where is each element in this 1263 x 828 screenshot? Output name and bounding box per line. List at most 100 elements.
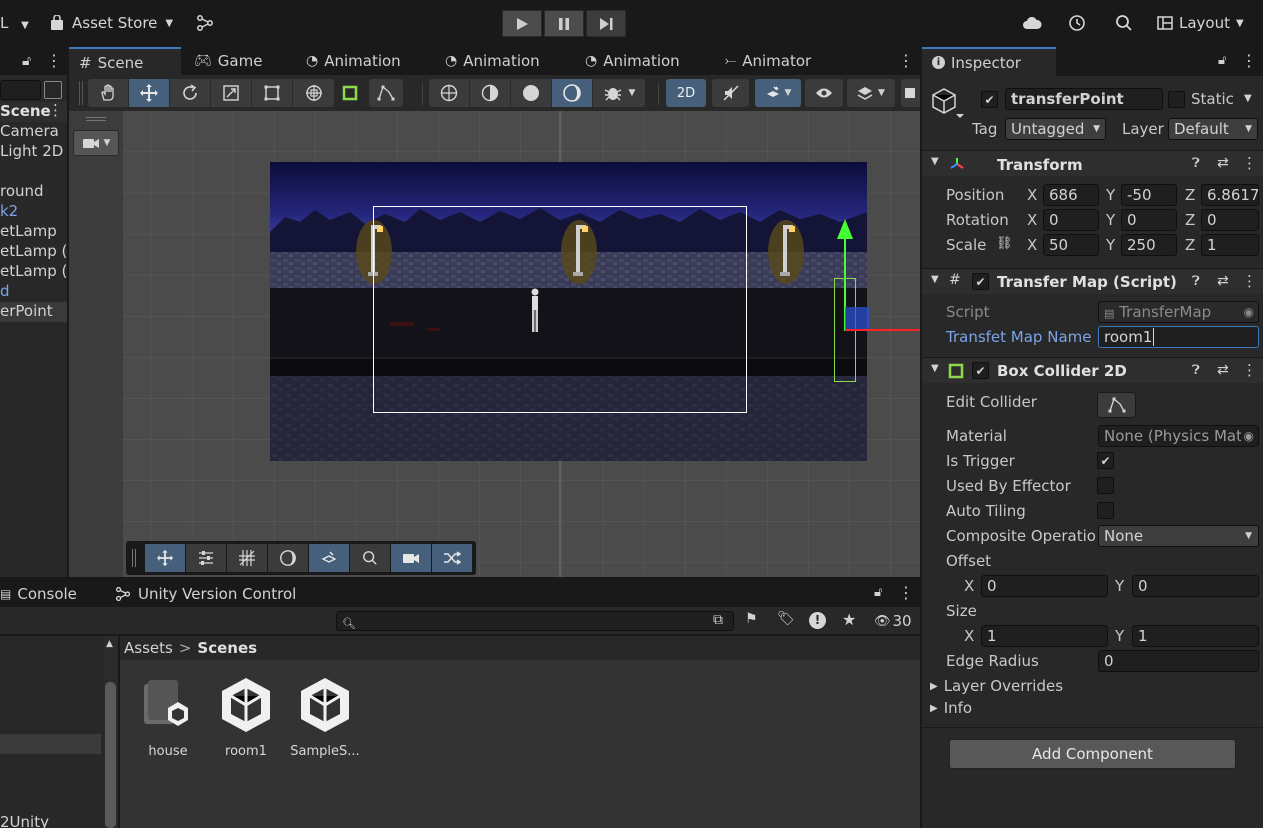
- scale-z-input[interactable]: 1: [1201, 234, 1259, 256]
- rotation-x-input[interactable]: 0: [1043, 209, 1099, 231]
- tab-game[interactable]: 🎮︎ Game: [184, 47, 262, 75]
- history-button[interactable]: [1068, 14, 1086, 36]
- overlay-effects-tool[interactable]: [309, 544, 349, 572]
- folder-label[interactable]: 2Unity: [0, 813, 49, 828]
- scale-tool[interactable]: [211, 79, 252, 107]
- cloud-button[interactable]: [1022, 15, 1042, 35]
- kebab-menu-icon[interactable]: ⋮: [898, 583, 914, 602]
- scale-x-input[interactable]: 50: [1043, 234, 1099, 256]
- selected-folder-row[interactable]: [0, 734, 101, 754]
- tag-dropdown[interactable]: Untagged ▼: [1005, 118, 1106, 140]
- axis-y-label[interactable]: Y: [1106, 186, 1115, 204]
- used-by-effector-checkbox[interactable]: [1097, 477, 1114, 494]
- axis-z-label[interactable]: Z: [1185, 236, 1195, 254]
- static-checkbox[interactable]: [1168, 91, 1185, 108]
- breadcrumb-assets[interactable]: Assets: [124, 639, 173, 657]
- hierarchy-item[interactable]: Light 2D: [0, 142, 67, 162]
- transfer-map-enabled-checkbox[interactable]: ✔: [972, 273, 989, 290]
- layer-overrides-foldout[interactable]: ▶ Layer Overrides: [930, 677, 1063, 695]
- hierarchy-item[interactable]: etLamp: [0, 222, 67, 242]
- offset-x-input[interactable]: 0: [981, 575, 1108, 597]
- grip-handle[interactable]: [86, 117, 106, 121]
- preset-icon[interactable]: ⇄: [1217, 362, 1229, 378]
- transform-tool[interactable]: [293, 79, 334, 107]
- overlay-grid-tool[interactable]: [227, 544, 267, 572]
- overlay-move-tool[interactable]: [145, 544, 185, 572]
- axis-x-label[interactable]: X: [1027, 236, 1037, 254]
- tab-inspector[interactable]: i Inspector: [922, 47, 1056, 76]
- rotation-y-input[interactable]: 0: [1121, 209, 1177, 231]
- lighting-toggle[interactable]: [552, 79, 593, 107]
- project-search-input[interactable]: 🔍︎: [336, 611, 734, 631]
- grip-handle[interactable]: [79, 81, 83, 105]
- rect-tool[interactable]: [252, 79, 293, 107]
- hierarchy-item[interactable]: k2: [0, 202, 67, 222]
- kebab-menu-icon[interactable]: ⋮: [46, 51, 62, 70]
- star-icon[interactable]: ★: [842, 610, 856, 629]
- collider-edit-toggle[interactable]: [340, 83, 360, 103]
- hierarchy-scene-header[interactable]: Scene ⋮: [0, 101, 67, 122]
- edit-collider-tool[interactable]: [369, 79, 403, 107]
- global-toggle[interactable]: [429, 79, 470, 107]
- size-y-input[interactable]: 1: [1132, 625, 1259, 647]
- hierarchy-item[interactable]: etLamp (: [0, 262, 67, 282]
- help-icon[interactable]: ❓︎: [1192, 156, 1200, 171]
- overlay-shuffle-tool[interactable]: [432, 544, 472, 572]
- axis-y-label[interactable]: Y: [1115, 577, 1124, 595]
- position-z-input[interactable]: 6.8617.: [1201, 184, 1259, 206]
- script-field[interactable]: ▤ TransferMap ◉: [1098, 301, 1259, 323]
- tab-version-control[interactable]: Unity Version Control: [114, 585, 296, 603]
- lock-icon[interactable]: 🔓︎: [1218, 53, 1226, 68]
- move-gizmo[interactable]: [829, 215, 920, 341]
- hand-tool[interactable]: [88, 79, 129, 107]
- hierarchy-item[interactable]: etLamp (: [0, 242, 67, 262]
- filter-type-icon[interactable]: ⚑: [745, 611, 758, 627]
- tab-scene[interactable]: # Scene: [69, 47, 181, 76]
- scene-viewport[interactable]: ▼: [69, 111, 920, 577]
- help-icon[interactable]: ❓︎: [1192, 363, 1200, 378]
- position-x-input[interactable]: 686: [1043, 184, 1099, 206]
- overlay-lighting-tool[interactable]: [268, 544, 308, 572]
- edge-radius-input[interactable]: 0: [1098, 650, 1259, 672]
- asset-store-dropdown[interactable]: Asset Store ▼: [50, 14, 173, 32]
- box-collider-enabled-checkbox[interactable]: ✔: [972, 362, 989, 379]
- axis-x-label[interactable]: X: [964, 627, 974, 645]
- scrollbar-thumb[interactable]: [105, 682, 116, 828]
- step-button[interactable]: [586, 10, 626, 37]
- rotate-tool[interactable]: [170, 79, 211, 107]
- axis-y-label[interactable]: Y: [1115, 627, 1124, 645]
- version-control-button[interactable]: [196, 14, 214, 36]
- lock-icon[interactable]: 🔓︎: [874, 585, 882, 600]
- axis-x-label[interactable]: X: [964, 577, 974, 595]
- kebab-menu-icon[interactable]: ⋮: [1241, 51, 1257, 70]
- preset-icon[interactable]: ⇄: [1217, 155, 1229, 171]
- arrow-up-icon[interactable]: ▲: [106, 639, 113, 649]
- hierarchy-item[interactable]: d: [0, 282, 67, 302]
- active-checkbox[interactable]: ✔: [981, 91, 998, 108]
- lock-icon[interactable]: 🔓︎: [22, 53, 31, 69]
- axis-x-label[interactable]: X: [1027, 186, 1037, 204]
- hierarchy-search-input[interactable]: [0, 80, 41, 100]
- is-trigger-checkbox[interactable]: ✔: [1097, 452, 1114, 469]
- account-dropdown[interactable]: L ▼: [0, 14, 29, 32]
- tab-animation-2[interactable]: ◔ Animation: [435, 47, 540, 75]
- tag-icon[interactable]: 🏷︎: [777, 611, 795, 627]
- tab-animation-1[interactable]: ◔ Animation: [296, 47, 401, 75]
- folder-tree-scrollbar[interactable]: ▲: [104, 636, 118, 828]
- box-collider-header[interactable]: ▼ ✔ Box Collider 2D ❓︎ ⇄ ⋮: [922, 357, 1263, 383]
- axis-x-label[interactable]: X: [1027, 211, 1037, 229]
- kebab-menu-icon[interactable]: ⋮: [1242, 154, 1257, 172]
- move-tool[interactable]: [129, 79, 170, 107]
- layer-dropdown[interactable]: Default ▼: [1168, 118, 1258, 140]
- overlay-search-tool[interactable]: [350, 544, 390, 572]
- mode-2d-toggle[interactable]: 2D: [666, 79, 706, 107]
- axis-y-label[interactable]: Y: [1106, 211, 1115, 229]
- transform-header[interactable]: ▼ Transform ❓︎ ⇄ ⋮: [922, 150, 1263, 176]
- shading-toggle[interactable]: [511, 79, 552, 107]
- rotation-z-input[interactable]: 0: [1201, 209, 1259, 231]
- kebab-menu-icon[interactable]: ⋮: [1242, 272, 1257, 290]
- tab-console[interactable]: ▤ Console: [0, 585, 77, 603]
- link-constrain-icon[interactable]: ⛓︎: [996, 236, 1013, 251]
- position-y-input[interactable]: -50: [1121, 184, 1177, 206]
- transfer-map-header[interactable]: ▼ # ✔ Transfer Map (Script) ❓︎ ⇄ ⋮: [922, 268, 1263, 294]
